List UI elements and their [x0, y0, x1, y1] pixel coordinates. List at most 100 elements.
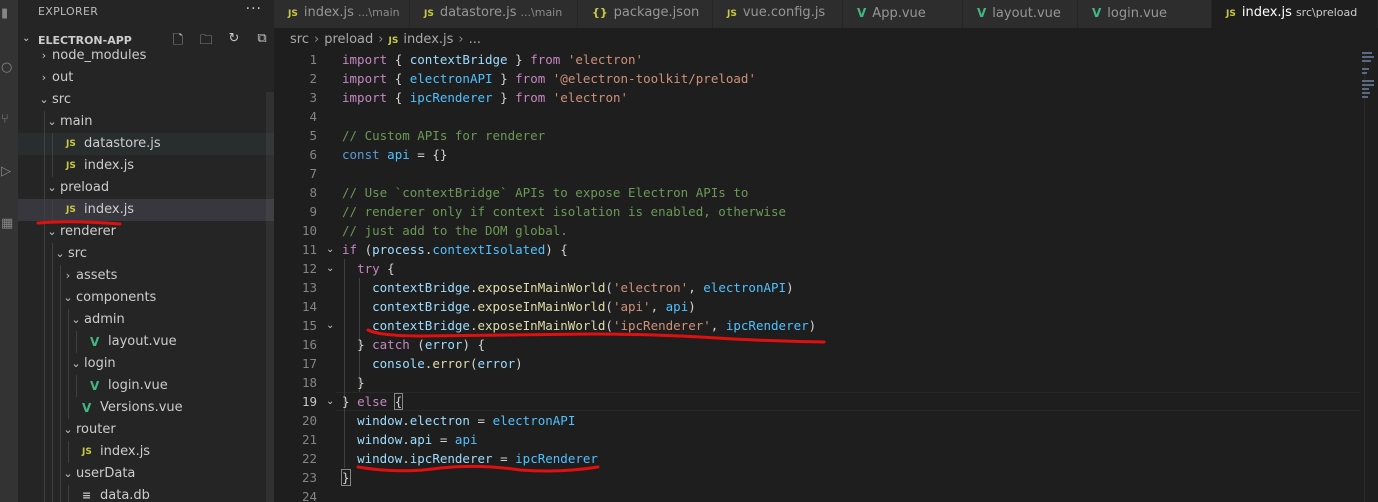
- extensions-icon[interactable]: ▦: [0, 214, 18, 234]
- source-control-icon[interactable]: ⑂: [0, 110, 18, 130]
- tab-1[interactable]: JS index.js ...\main: [274, 0, 410, 28]
- breadcrumb-item-symbol[interactable]: ...: [469, 32, 481, 47]
- fold-chevron-icon[interactable]: ⌄: [326, 316, 336, 335]
- code-line[interactable]: window.api = api: [342, 430, 477, 449]
- tree-folder[interactable]: ⌄ router: [18, 419, 274, 441]
- line-number: 8: [309, 185, 317, 200]
- tab-2[interactable]: JS datastore.js ...\main: [410, 0, 578, 28]
- explorer-more-actions-button[interactable]: ···: [246, 1, 262, 17]
- code-line[interactable]: import { electronAPI } from '@electron-t…: [342, 69, 756, 88]
- line-number: 7: [309, 166, 317, 181]
- vue-file-icon: V: [977, 6, 987, 20]
- current-line-highlight: [336, 392, 1360, 411]
- indent-guide: [44, 331, 45, 353]
- code-line[interactable]: }: [342, 373, 365, 392]
- indent-guide: [44, 133, 45, 155]
- tree-folder[interactable]: ⌄ components: [18, 287, 274, 309]
- search-icon[interactable]: ○: [0, 58, 18, 78]
- tree-folder[interactable]: ⌄ src: [18, 89, 274, 111]
- indent-guide: [60, 375, 61, 397]
- line-number: 1: [309, 52, 317, 67]
- tree-file[interactable]: Vlogin.vue: [18, 375, 274, 397]
- tree-folder[interactable]: ⌄ preload: [18, 177, 274, 199]
- tree-item-label: login: [84, 356, 116, 371]
- tree-file[interactable]: JS datastore.js: [18, 133, 274, 155]
- code-line[interactable]: import { ipcRenderer } from 'electron': [342, 88, 628, 107]
- tab-description: ...\main: [357, 6, 400, 19]
- indent-guide: [60, 331, 61, 353]
- tree-folder[interactable]: › assets: [18, 265, 274, 287]
- tree-file[interactable]: Vlayout.vue: [18, 331, 274, 353]
- code-line[interactable]: contextBridge.exposeInMainWorld('ipcRend…: [342, 316, 816, 335]
- sidebar-scrollbar[interactable]: [266, 92, 274, 502]
- editor-scrollbar[interactable]: [1364, 52, 1378, 502]
- code-line[interactable]: if (process.contextIsolated) {: [342, 240, 568, 259]
- line-number: 9: [309, 204, 317, 219]
- tab-description: ...\main: [520, 6, 563, 19]
- indent-guide: [44, 265, 45, 287]
- run-debug-icon[interactable]: ▷: [0, 162, 18, 182]
- line-number: 12: [301, 261, 317, 276]
- indent-guide: [52, 243, 53, 265]
- chevron-down-icon: ⌄: [63, 291, 73, 304]
- code-line[interactable]: const api = {}: [342, 145, 447, 164]
- chevron-down-icon: ⌄: [71, 313, 81, 326]
- indent-guide: [44, 441, 45, 463]
- breadcrumb-item-file[interactable]: index.js: [403, 32, 453, 47]
- tab-6[interactable]: Vlayout.vue: [963, 0, 1078, 28]
- tree-folder[interactable]: ⌄ userData: [18, 463, 274, 485]
- tab-3[interactable]: {} package.json: [578, 0, 713, 28]
- tree-folder[interactable]: ⌄ admin: [18, 309, 274, 331]
- tab-4[interactable]: JS vue.config.js: [713, 0, 843, 28]
- breadcrumb-item-src[interactable]: src: [290, 32, 309, 47]
- code-line[interactable]: window.ipcRenderer = ipcRenderer: [342, 449, 598, 468]
- indent-guide: [52, 331, 53, 353]
- chevron-down-icon: ⌄: [22, 33, 31, 44]
- code-line[interactable]: contextBridge.exposeInMainWorld('api', a…: [342, 297, 696, 316]
- js-file-icon: JS: [66, 205, 76, 215]
- fold-chevron-icon[interactable]: ⌄: [326, 392, 336, 411]
- code-line[interactable]: // just add to the DOM global.: [342, 221, 568, 240]
- tree-file[interactable]: JS index.js: [18, 155, 274, 177]
- code-line[interactable]: // Custom APIs for renderer: [342, 126, 545, 145]
- tree-file[interactable]: ≡ data.db: [18, 485, 274, 502]
- code-line[interactable]: window.electron = electronAPI: [342, 411, 575, 430]
- chevron-down-icon: ⌄: [47, 181, 57, 194]
- tree-folder[interactable]: ⌄ main: [18, 111, 274, 133]
- breadcrumb-item-preload[interactable]: preload: [324, 32, 373, 47]
- code-line[interactable]: try {: [342, 259, 395, 278]
- code-line[interactable]: console.error(error): [342, 354, 523, 373]
- code-line[interactable]: } catch (error) {: [342, 335, 485, 354]
- code-line[interactable]: // Use `contextBridge` APIs to expose El…: [342, 183, 748, 202]
- js-file-icon: JS: [1226, 9, 1236, 19]
- indent-guide: [52, 199, 53, 221]
- tree-folder[interactable]: › out: [18, 67, 274, 89]
- tree-folder[interactable]: ⌄ renderer: [18, 221, 274, 243]
- indent-guide: [76, 331, 77, 353]
- tree-item-label: layout.vue: [108, 334, 177, 349]
- vue-file-icon: V: [90, 379, 100, 393]
- tree-file[interactable]: V Versions.vue: [18, 397, 274, 419]
- tab-8[interactable]: JS index.js src\preload: [1212, 0, 1378, 28]
- tab-7[interactable]: Vlogin.vue: [1078, 0, 1212, 28]
- code-line[interactable]: import { contextBridge } from 'electron': [342, 50, 643, 69]
- tree-folder[interactable]: › node_modules: [18, 45, 274, 67]
- tree-file[interactable]: JS index.js: [18, 441, 274, 463]
- files-icon[interactable]: ▮: [0, 4, 18, 24]
- tree-folder[interactable]: ⌄ login: [18, 353, 274, 375]
- code-line[interactable]: }: [341, 468, 351, 487]
- tree-item-label: components: [76, 290, 157, 305]
- code-line[interactable]: } else {: [342, 392, 404, 411]
- minimap[interactable]: [1362, 52, 1376, 112]
- tree-file[interactable]: JS index.js: [18, 199, 274, 221]
- fold-chevron-icon[interactable]: ⌄: [326, 259, 336, 278]
- code-editor[interactable]: 1 import { contextBridge } from 'electron…: [274, 52, 1378, 502]
- tree-item-label: datastore.js: [84, 136, 161, 151]
- code-line[interactable]: contextBridge.exposeInMainWorld('electro…: [342, 278, 794, 297]
- fold-chevron-icon[interactable]: ⌄: [326, 240, 336, 259]
- tree-item-label: index.js: [84, 158, 135, 173]
- tree-folder[interactable]: ⌄ src: [18, 243, 274, 265]
- line-number: 24: [301, 489, 317, 502]
- tab-5[interactable]: V App.vue: [843, 0, 963, 28]
- code-line[interactable]: // renderer only if context isolation is…: [342, 202, 786, 221]
